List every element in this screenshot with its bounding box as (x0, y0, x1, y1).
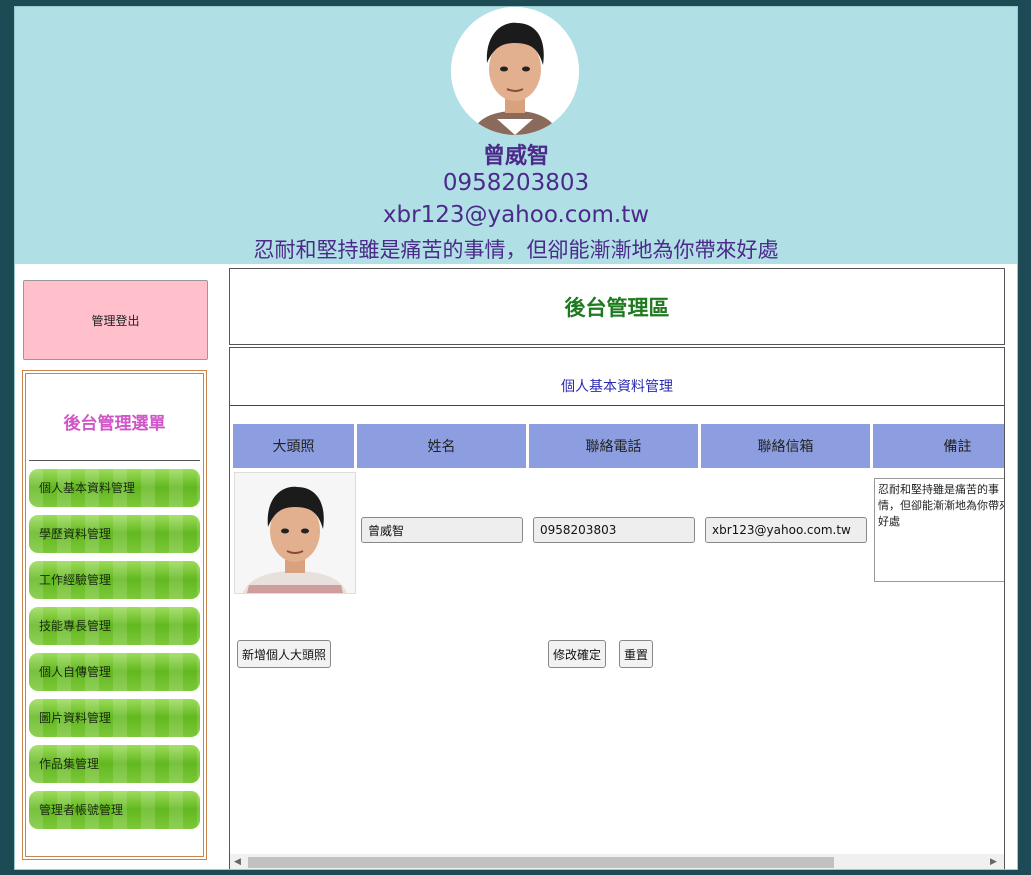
menu-item-admin-accounts[interactable]: 管理者帳號管理 (29, 791, 200, 829)
column-header-email: 聯絡信箱 (701, 424, 870, 468)
menu-item-skills[interactable]: 技能專長管理 (29, 607, 200, 645)
column-header-phone: 聯絡電話 (529, 424, 698, 468)
profile-header: 曾威智 0958203803 xbr123@yahoo.com.tw 忍耐和堅持… (15, 7, 1017, 264)
menu-item-education[interactable]: 學歷資料管理 (29, 515, 200, 553)
menu-item-profile[interactable]: 個人基本資料管理 (29, 469, 200, 507)
horizontal-scrollbar[interactable]: ◀ ▶ (230, 854, 1004, 869)
email-field[interactable] (705, 517, 867, 543)
menu-item-images[interactable]: 圖片資料管理 (29, 699, 200, 737)
phone-field[interactable] (533, 517, 695, 543)
confirm-button[interactable]: 修改確定 (548, 640, 607, 668)
column-header-note: 備註 (873, 424, 1004, 468)
menu-item-experience[interactable]: 工作經驗管理 (29, 561, 200, 599)
content-panel: 個人基本資料管理 大頭照 姓名 聯絡電話 聯絡信箱 備註 忍耐和堅持雖是痛苦的事… (229, 347, 1005, 869)
name-field[interactable] (361, 517, 523, 543)
section-title: 個人基本資料管理 (561, 379, 673, 395)
page-frame: 曾威智 0958203803 xbr123@yahoo.com.tw 忍耐和堅持… (14, 6, 1018, 870)
scroll-left-icon[interactable]: ◀ (234, 857, 241, 867)
person-photo-icon (451, 7, 579, 135)
menu-item-autobiography[interactable]: 個人自傳管理 (29, 653, 200, 691)
menu-item-portfolio[interactable]: 作品集管理 (29, 745, 200, 783)
profile-email: xbr123@yahoo.com.tw (382, 202, 650, 228)
person-photo-icon (235, 473, 355, 593)
section-divider (230, 405, 1004, 406)
profile-photo (234, 472, 356, 594)
page-title: 後台管理區 (564, 295, 670, 320)
column-header-photo: 大頭照 (233, 424, 354, 468)
reset-button[interactable]: 重置 (619, 640, 654, 668)
profile-motto: 忍耐和堅持雖是痛苦的事情，但卻能漸漸地為你帶來好處 (253, 238, 779, 262)
add-photo-button[interactable]: 新增個人大頭照 (237, 640, 332, 668)
scrollbar-thumb[interactable] (248, 857, 834, 868)
logout-button[interactable]: 管理登出 (23, 280, 208, 360)
column-header-name: 姓名 (357, 424, 526, 468)
profile-name: 曾威智 (482, 144, 549, 169)
main-title-box: 後台管理區 (229, 268, 1005, 345)
note-field[interactable]: 忍耐和堅持雖是痛苦的事情，但卻能漸漸地為你帶來好處 (874, 478, 1004, 582)
profile-phone: 0958203803 (442, 170, 590, 196)
menu-title: 後台管理選單 (63, 414, 166, 434)
menu-divider (29, 460, 200, 461)
scroll-right-icon[interactable]: ▶ (990, 857, 997, 867)
avatar (451, 7, 579, 135)
admin-menu: 後台管理選單 個人基本資料管理 學歷資料管理 工作經驗管理 技能專長管理 個人自… (22, 370, 207, 860)
